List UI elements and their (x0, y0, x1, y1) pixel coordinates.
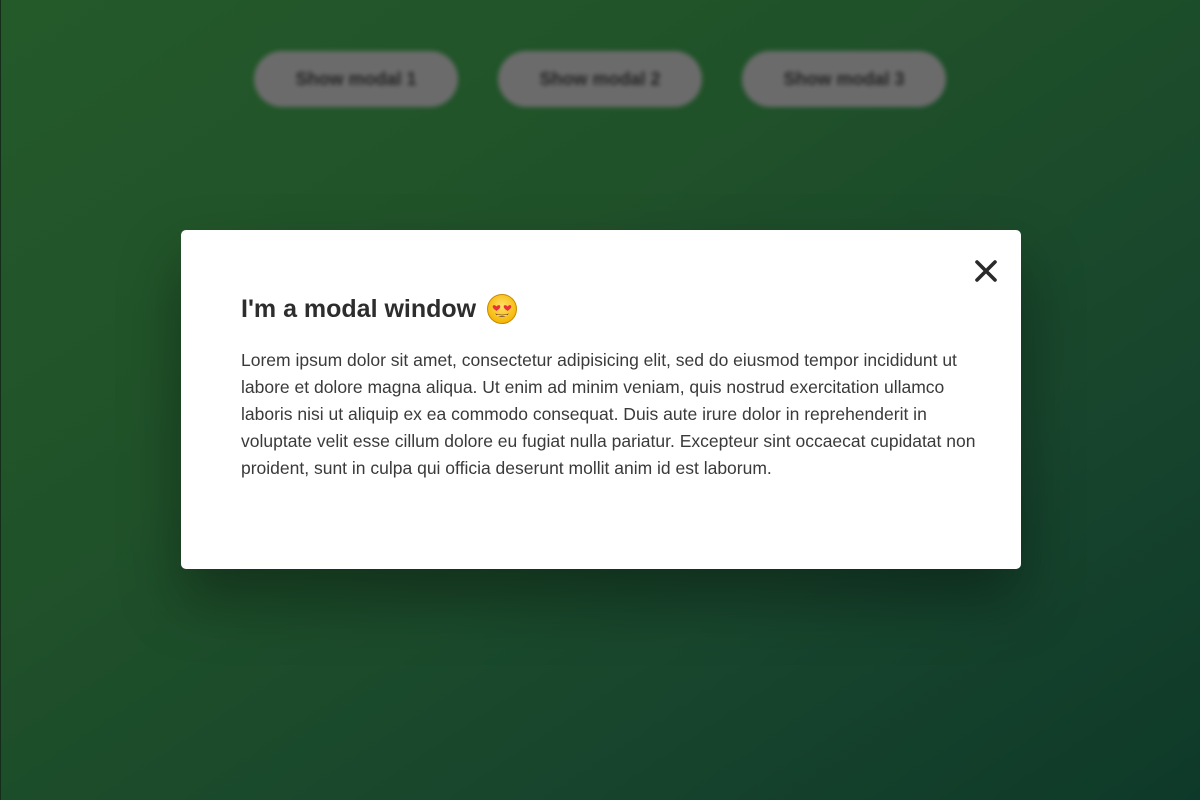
close-icon[interactable] (966, 250, 1006, 292)
heart-eyes-emoji-icon (486, 293, 518, 325)
modal-title: I'm a modal window (241, 290, 518, 328)
modal-title-text: I'm a modal window (241, 295, 477, 323)
modal-body-text: Lorem ipsum dolor sit amet, consectetur … (241, 350, 976, 478)
